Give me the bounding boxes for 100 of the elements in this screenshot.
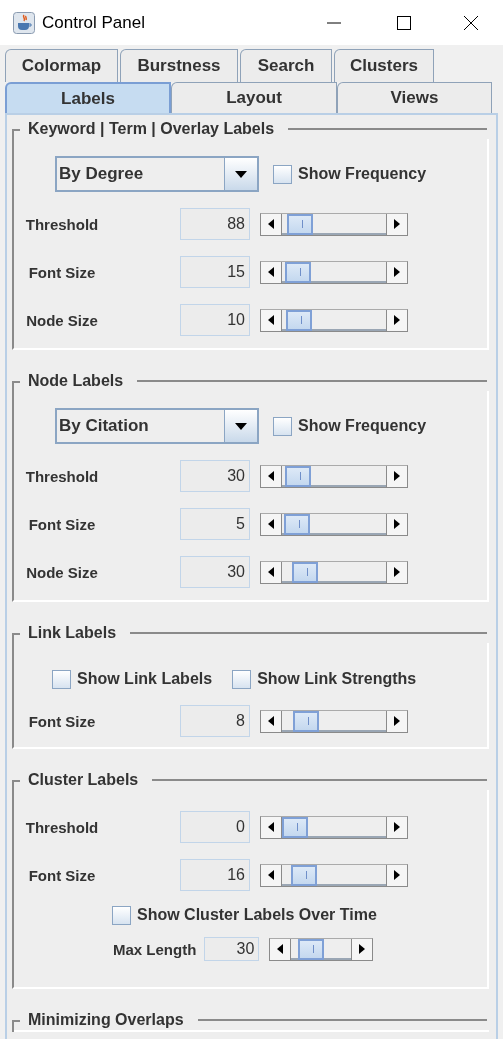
checkbox-label[interactable]: Show Frequency [298, 417, 427, 435]
left-arrow-icon [268, 716, 274, 726]
right-arrow-icon [394, 471, 400, 481]
field-label: Font Size [27, 712, 97, 730]
scroll-right-button[interactable] [386, 816, 407, 838]
tab[interactable]: Layout [171, 82, 337, 113]
tab[interactable]: Colormap [5, 49, 118, 82]
checkbox-label[interactable]: Show Link Labels [77, 670, 213, 688]
section-title: Keyword | Term | Overlay Labels [28, 120, 275, 138]
scroll-left-button[interactable] [261, 261, 282, 283]
scroll-left-button[interactable] [261, 710, 282, 732]
value-field[interactable]: 15 [180, 256, 250, 288]
value-field[interactable]: 30 [180, 460, 250, 492]
right-arrow-icon [359, 944, 366, 954]
field-label: Threshold [24, 467, 100, 485]
window-title: Control Panel [42, 12, 145, 33]
scrollbar-thumb[interactable] [298, 938, 325, 960]
scroll-right-button[interactable] [351, 938, 373, 960]
scrollbar-thumb[interactable] [286, 213, 313, 235]
caret-icon [235, 422, 247, 430]
checkbox[interactable] [112, 905, 131, 925]
left-arrow-icon [268, 219, 274, 229]
scrollbar[interactable] [269, 937, 374, 961]
left-arrow-icon [268, 870, 274, 880]
scroll-right-button[interactable] [386, 309, 407, 331]
scroll-right-button[interactable] [386, 261, 407, 283]
checkbox-label[interactable]: Show Frequency [298, 165, 427, 183]
value-field[interactable]: 16 [180, 859, 250, 891]
scrollbar[interactable] [260, 260, 408, 284]
checkbox[interactable] [232, 669, 252, 689]
scroll-right-button[interactable] [386, 710, 407, 732]
frame-line [12, 1020, 20, 1032]
scroll-left-button[interactable] [270, 938, 292, 960]
scrollbar[interactable] [260, 308, 408, 332]
scrollbar[interactable] [260, 709, 408, 733]
section-title: Node Labels [28, 372, 124, 390]
scrollbar[interactable] [260, 212, 408, 236]
scrollbar-thumb[interactable] [284, 513, 311, 535]
left-arrow-icon [277, 944, 284, 954]
right-arrow-icon [394, 519, 400, 529]
scroll-left-button[interactable] [261, 513, 282, 535]
scrollbar-thumb[interactable] [285, 261, 312, 283]
tab[interactable]: Clusters [334, 49, 434, 82]
value-field[interactable]: 30 [180, 556, 250, 588]
checkbox[interactable] [52, 669, 71, 689]
field-label: Node Size [25, 311, 99, 329]
value-field[interactable]: 10 [180, 304, 250, 336]
scroll-right-button[interactable] [386, 465, 407, 487]
scrollbar-thumb[interactable] [291, 864, 318, 886]
tab[interactable]: Burstness [120, 49, 238, 82]
scroll-right-button[interactable] [386, 864, 407, 886]
value-field[interactable]: 0 [180, 811, 250, 843]
right-arrow-icon [394, 716, 400, 726]
scroll-left-button[interactable] [261, 816, 282, 838]
scroll-left-button[interactable] [261, 465, 282, 487]
scrollbar-thumb[interactable] [282, 816, 308, 838]
field-label: Threshold [24, 215, 100, 233]
field-label: Font Size [27, 263, 97, 281]
value-field[interactable]: 88 [180, 208, 250, 240]
checkbox-label[interactable]: Show Link Strengths [257, 670, 417, 688]
scrollbar[interactable] [260, 863, 408, 887]
dropdown[interactable]: By Degree [55, 156, 259, 192]
minimize-icon [327, 21, 341, 24]
coffee-cup-icon [13, 11, 35, 34]
tab[interactable]: Labels [5, 82, 171, 113]
scrollbar-thumb[interactable] [285, 309, 312, 331]
caret-icon [235, 170, 247, 178]
scrollbar-thumb[interactable] [292, 561, 319, 583]
scrollbar[interactable] [260, 512, 408, 536]
value-field[interactable]: 5 [180, 508, 250, 540]
left-arrow-icon [268, 519, 274, 529]
left-arrow-icon [268, 267, 274, 277]
scrollbar[interactable] [260, 464, 408, 488]
scrollbar-thumb[interactable] [292, 710, 319, 732]
checkbox-label[interactable]: Show Cluster Labels Over Time [137, 906, 377, 924]
right-arrow-icon [394, 870, 400, 880]
scroll-left-button[interactable] [261, 561, 282, 583]
scroll-right-button[interactable] [386, 561, 407, 583]
scroll-left-button[interactable] [261, 213, 282, 235]
value-field[interactable]: 30 [204, 937, 260, 961]
dropdown[interactable]: By Citation [55, 408, 259, 444]
scrollbar[interactable] [260, 815, 408, 839]
value-field[interactable]: 8 [180, 705, 250, 737]
field-label: Font Size [27, 515, 97, 533]
field-label: Node Size [25, 563, 99, 581]
frame-line [12, 381, 20, 393]
tab[interactable]: Search [240, 49, 332, 82]
checkbox[interactable] [273, 164, 292, 184]
frame-line [12, 633, 20, 645]
tab[interactable]: Views [337, 82, 492, 113]
scroll-right-button[interactable] [386, 513, 407, 535]
scroll-right-button[interactable] [386, 213, 407, 235]
maximize-icon [396, 14, 412, 31]
scroll-left-button[interactable] [261, 309, 282, 331]
scrollbar-thumb[interactable] [285, 465, 312, 487]
left-arrow-icon [268, 315, 274, 325]
scroll-left-button[interactable] [261, 864, 282, 886]
scrollbar[interactable] [260, 560, 408, 584]
checkbox[interactable] [273, 416, 292, 436]
right-arrow-icon [394, 219, 400, 229]
